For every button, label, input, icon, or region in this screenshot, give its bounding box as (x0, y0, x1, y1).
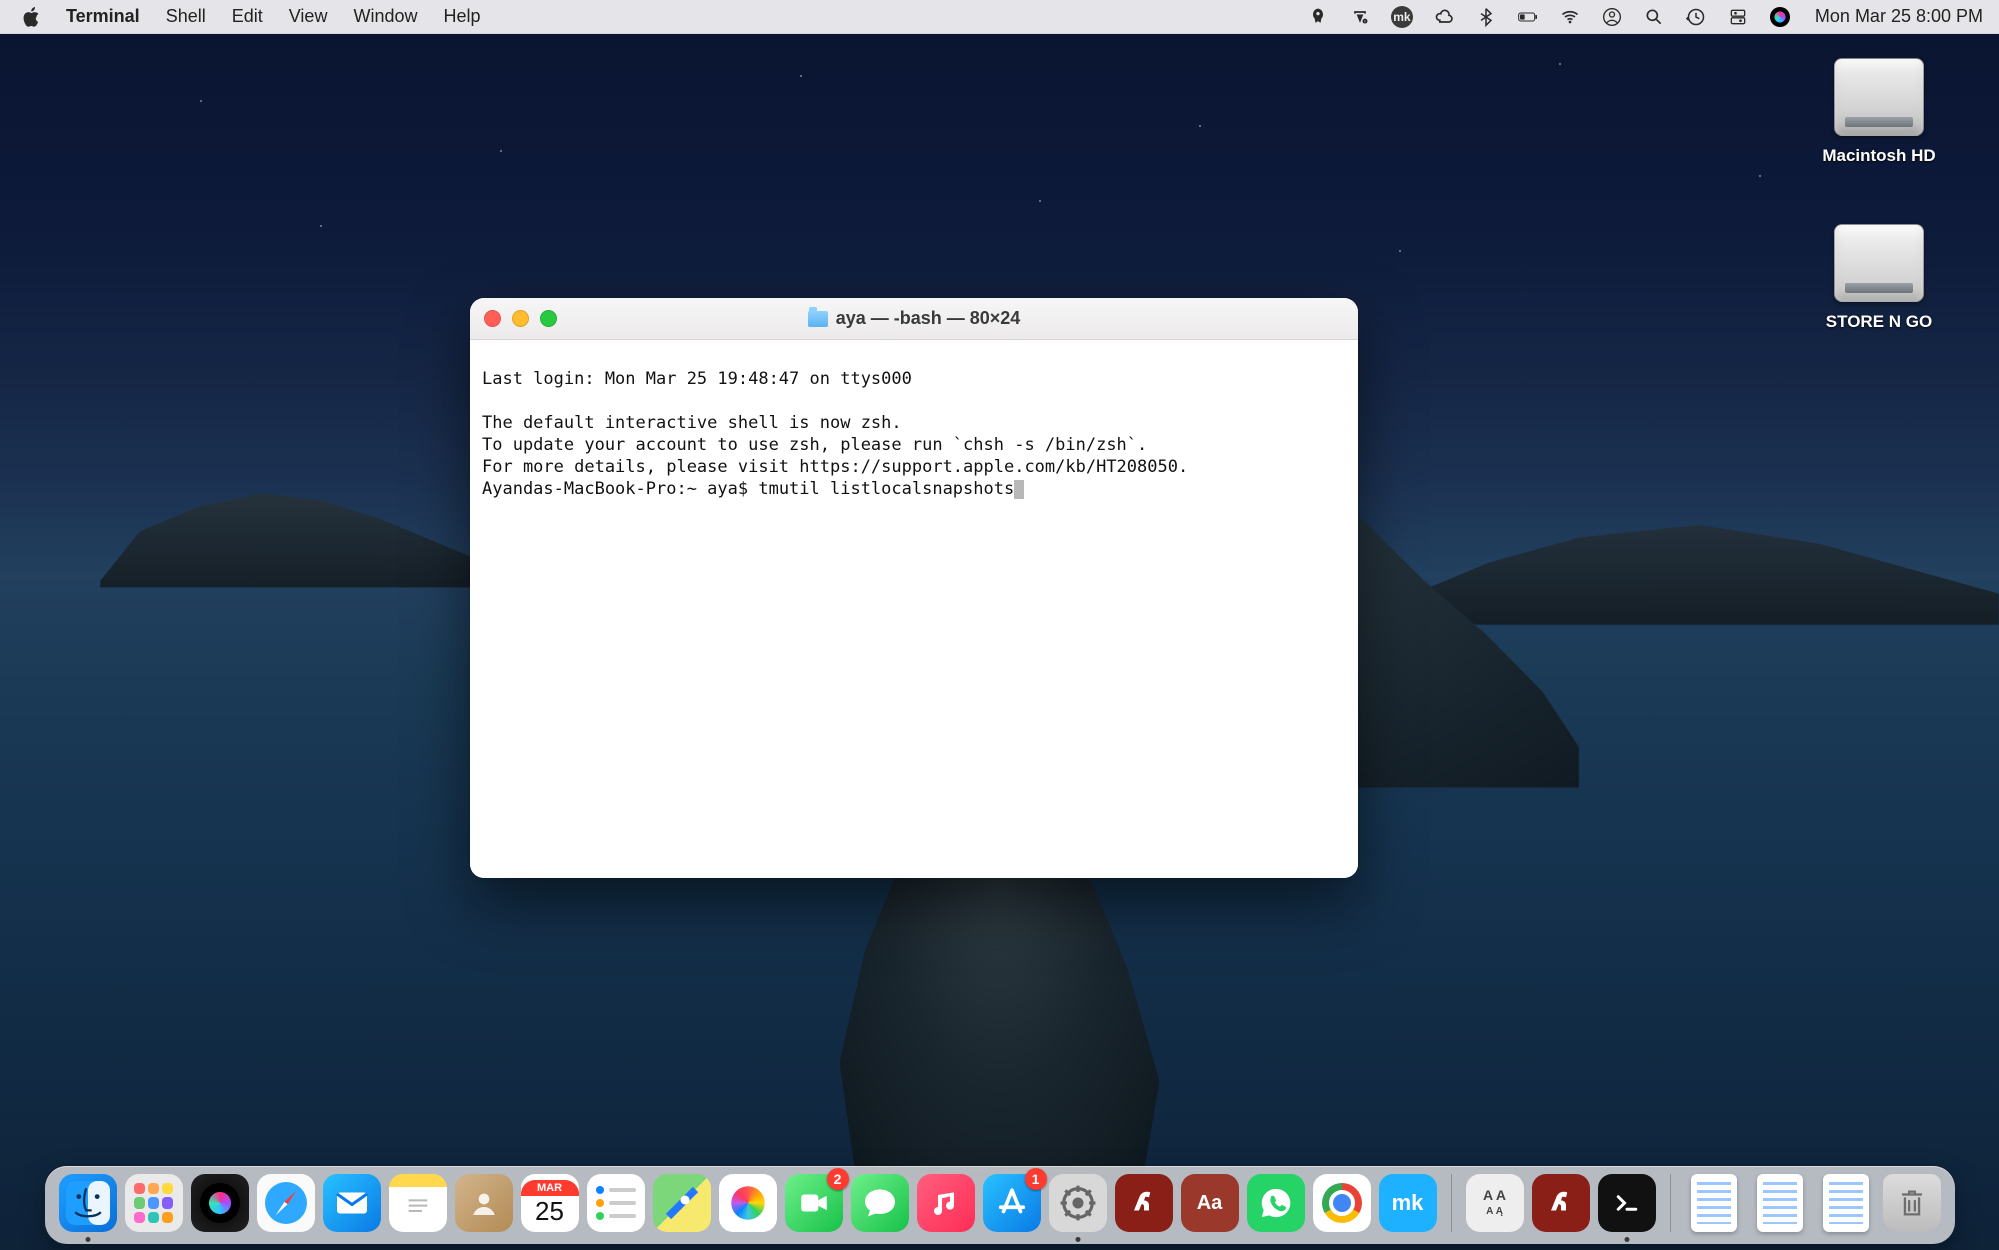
desktop-drive-store-n-go[interactable]: STORE N GO (1819, 224, 1939, 332)
calendar-month: MAR (521, 1180, 579, 1196)
photos-icon (728, 1183, 768, 1223)
badge: 1 (1025, 1168, 1047, 1190)
safari-icon (265, 1182, 307, 1224)
external-drive-icon (1834, 224, 1924, 302)
dock-flash[interactable] (1115, 1174, 1173, 1232)
dock-document-1[interactable] (1685, 1174, 1743, 1232)
dock-mail[interactable] (323, 1174, 381, 1232)
svg-text:!: ! (1364, 18, 1365, 23)
terminal-command: tmutil listlocalsnapshots (758, 479, 1014, 499)
menubar-clock[interactable]: Mon Mar 25 8:00 PM (1815, 6, 1983, 27)
wifi-icon[interactable] (1559, 6, 1581, 28)
siri-menu-icon[interactable] (1769, 6, 1791, 28)
window-titlebar[interactable]: aya — -bash — 80×24 (470, 298, 1358, 340)
dock-separator (1451, 1174, 1452, 1232)
window-zoom-button[interactable] (540, 310, 557, 327)
dock-trash[interactable] (1883, 1174, 1941, 1232)
dock-notes[interactable] (389, 1174, 447, 1232)
dock-calendar[interactable]: MAR 25 (521, 1174, 579, 1232)
menu-help[interactable]: Help (443, 6, 480, 27)
bluetooth-icon[interactable] (1475, 6, 1497, 28)
dock-settings[interactable] (1049, 1174, 1107, 1232)
dock-siri[interactable] (191, 1174, 249, 1232)
dock-fontbook[interactable]: A AA Ą (1466, 1174, 1524, 1232)
dock-contacts[interactable] (455, 1174, 513, 1232)
window-close-button[interactable] (484, 310, 501, 327)
dock-dictionary[interactable]: Aa (1181, 1174, 1239, 1232)
rocket-icon[interactable] (1307, 6, 1329, 28)
window-title: aya — -bash — 80×24 (470, 308, 1358, 329)
drive-label: Macintosh HD (1819, 146, 1939, 166)
dock-whatsapp[interactable] (1247, 1174, 1305, 1232)
dock-facetime[interactable]: 2 (785, 1174, 843, 1232)
calendar-day: 25 (535, 1196, 564, 1227)
dock-safari[interactable] (257, 1174, 315, 1232)
menu-edit[interactable]: Edit (232, 6, 263, 27)
terminal-window[interactable]: aya — -bash — 80×24 Last login: Mon Mar … (470, 298, 1358, 878)
running-indicator (1624, 1237, 1629, 1242)
menu-window[interactable]: Window (353, 6, 417, 27)
desktop-drive-macintosh-hd[interactable]: Macintosh HD (1819, 58, 1939, 166)
timemachine-icon[interactable] (1685, 6, 1707, 28)
window-traffic-lights (484, 310, 557, 327)
window-title-text: aya — -bash — 80×24 (836, 308, 1021, 329)
window-minimize-button[interactable] (512, 310, 529, 327)
dock-flash-2[interactable] (1532, 1174, 1590, 1232)
dock: MAR 25 2 1 Aa (45, 1166, 1955, 1244)
document-icon (1757, 1174, 1803, 1232)
dock-separator (1670, 1174, 1671, 1232)
menubar: Terminal Shell Edit View Window Help ! m… (0, 0, 1999, 34)
drive-label: STORE N GO (1819, 312, 1939, 332)
battery-icon[interactable] (1517, 6, 1539, 28)
dock-terminal[interactable] (1598, 1174, 1656, 1232)
dock-maps[interactable] (653, 1174, 711, 1232)
terminal-line: The default interactive shell is now zsh… (482, 413, 902, 433)
siri-icon (200, 1183, 240, 1223)
terminal-prompt-line: Ayandas-MacBook-Pro:~ aya$ tmutil listlo… (482, 479, 1024, 499)
launchpad-icon (134, 1183, 174, 1223)
menu-view[interactable]: View (289, 6, 328, 27)
folder-icon (808, 311, 828, 327)
terminal-line: To update your account to use zsh, pleas… (482, 435, 1147, 455)
dock-chrome[interactable] (1313, 1174, 1371, 1232)
running-indicator (1075, 1237, 1080, 1242)
internal-drive-icon (1834, 58, 1924, 136)
user-fastswitch-icon[interactable] (1601, 6, 1623, 28)
document-icon (1691, 1174, 1737, 1232)
reminders-icon (596, 1183, 636, 1223)
dock-document-3[interactable] (1817, 1174, 1875, 1232)
dock-music[interactable] (917, 1174, 975, 1232)
mk-menu-icon[interactable]: mk (1391, 6, 1413, 28)
spotlight-icon[interactable] (1643, 6, 1665, 28)
terminal-line: Last login: Mon Mar 25 19:48:47 on ttys0… (482, 369, 912, 389)
textreplace-icon[interactable]: ! (1349, 6, 1371, 28)
document-icon (1823, 1174, 1869, 1232)
running-indicator (85, 1237, 90, 1242)
creativecloud-icon[interactable] (1433, 6, 1455, 28)
chrome-icon (1322, 1183, 1362, 1223)
dock-mk[interactable]: mk (1379, 1174, 1437, 1232)
dock-document-2[interactable] (1751, 1174, 1809, 1232)
dock-launchpad[interactable] (125, 1174, 183, 1232)
badge: 2 (827, 1168, 849, 1190)
menu-shell[interactable]: Shell (166, 6, 206, 27)
menu-app-name[interactable]: Terminal (66, 6, 140, 27)
terminal-prompt: Ayandas-MacBook-Pro:~ aya$ (482, 479, 758, 499)
terminal-line: For more details, please visit https://s… (482, 457, 1188, 477)
terminal-content[interactable]: Last login: Mon Mar 25 19:48:47 on ttys0… (470, 340, 1358, 878)
terminal-cursor (1014, 480, 1024, 499)
controlstrip-icon[interactable] (1727, 6, 1749, 28)
dock-appstore[interactable]: 1 (983, 1174, 1041, 1232)
dock-reminders[interactable] (587, 1174, 645, 1232)
dock-photos[interactable] (719, 1174, 777, 1232)
apple-menu[interactable] (22, 7, 40, 27)
dock-messages[interactable] (851, 1174, 909, 1232)
dock-finder[interactable] (59, 1174, 117, 1232)
